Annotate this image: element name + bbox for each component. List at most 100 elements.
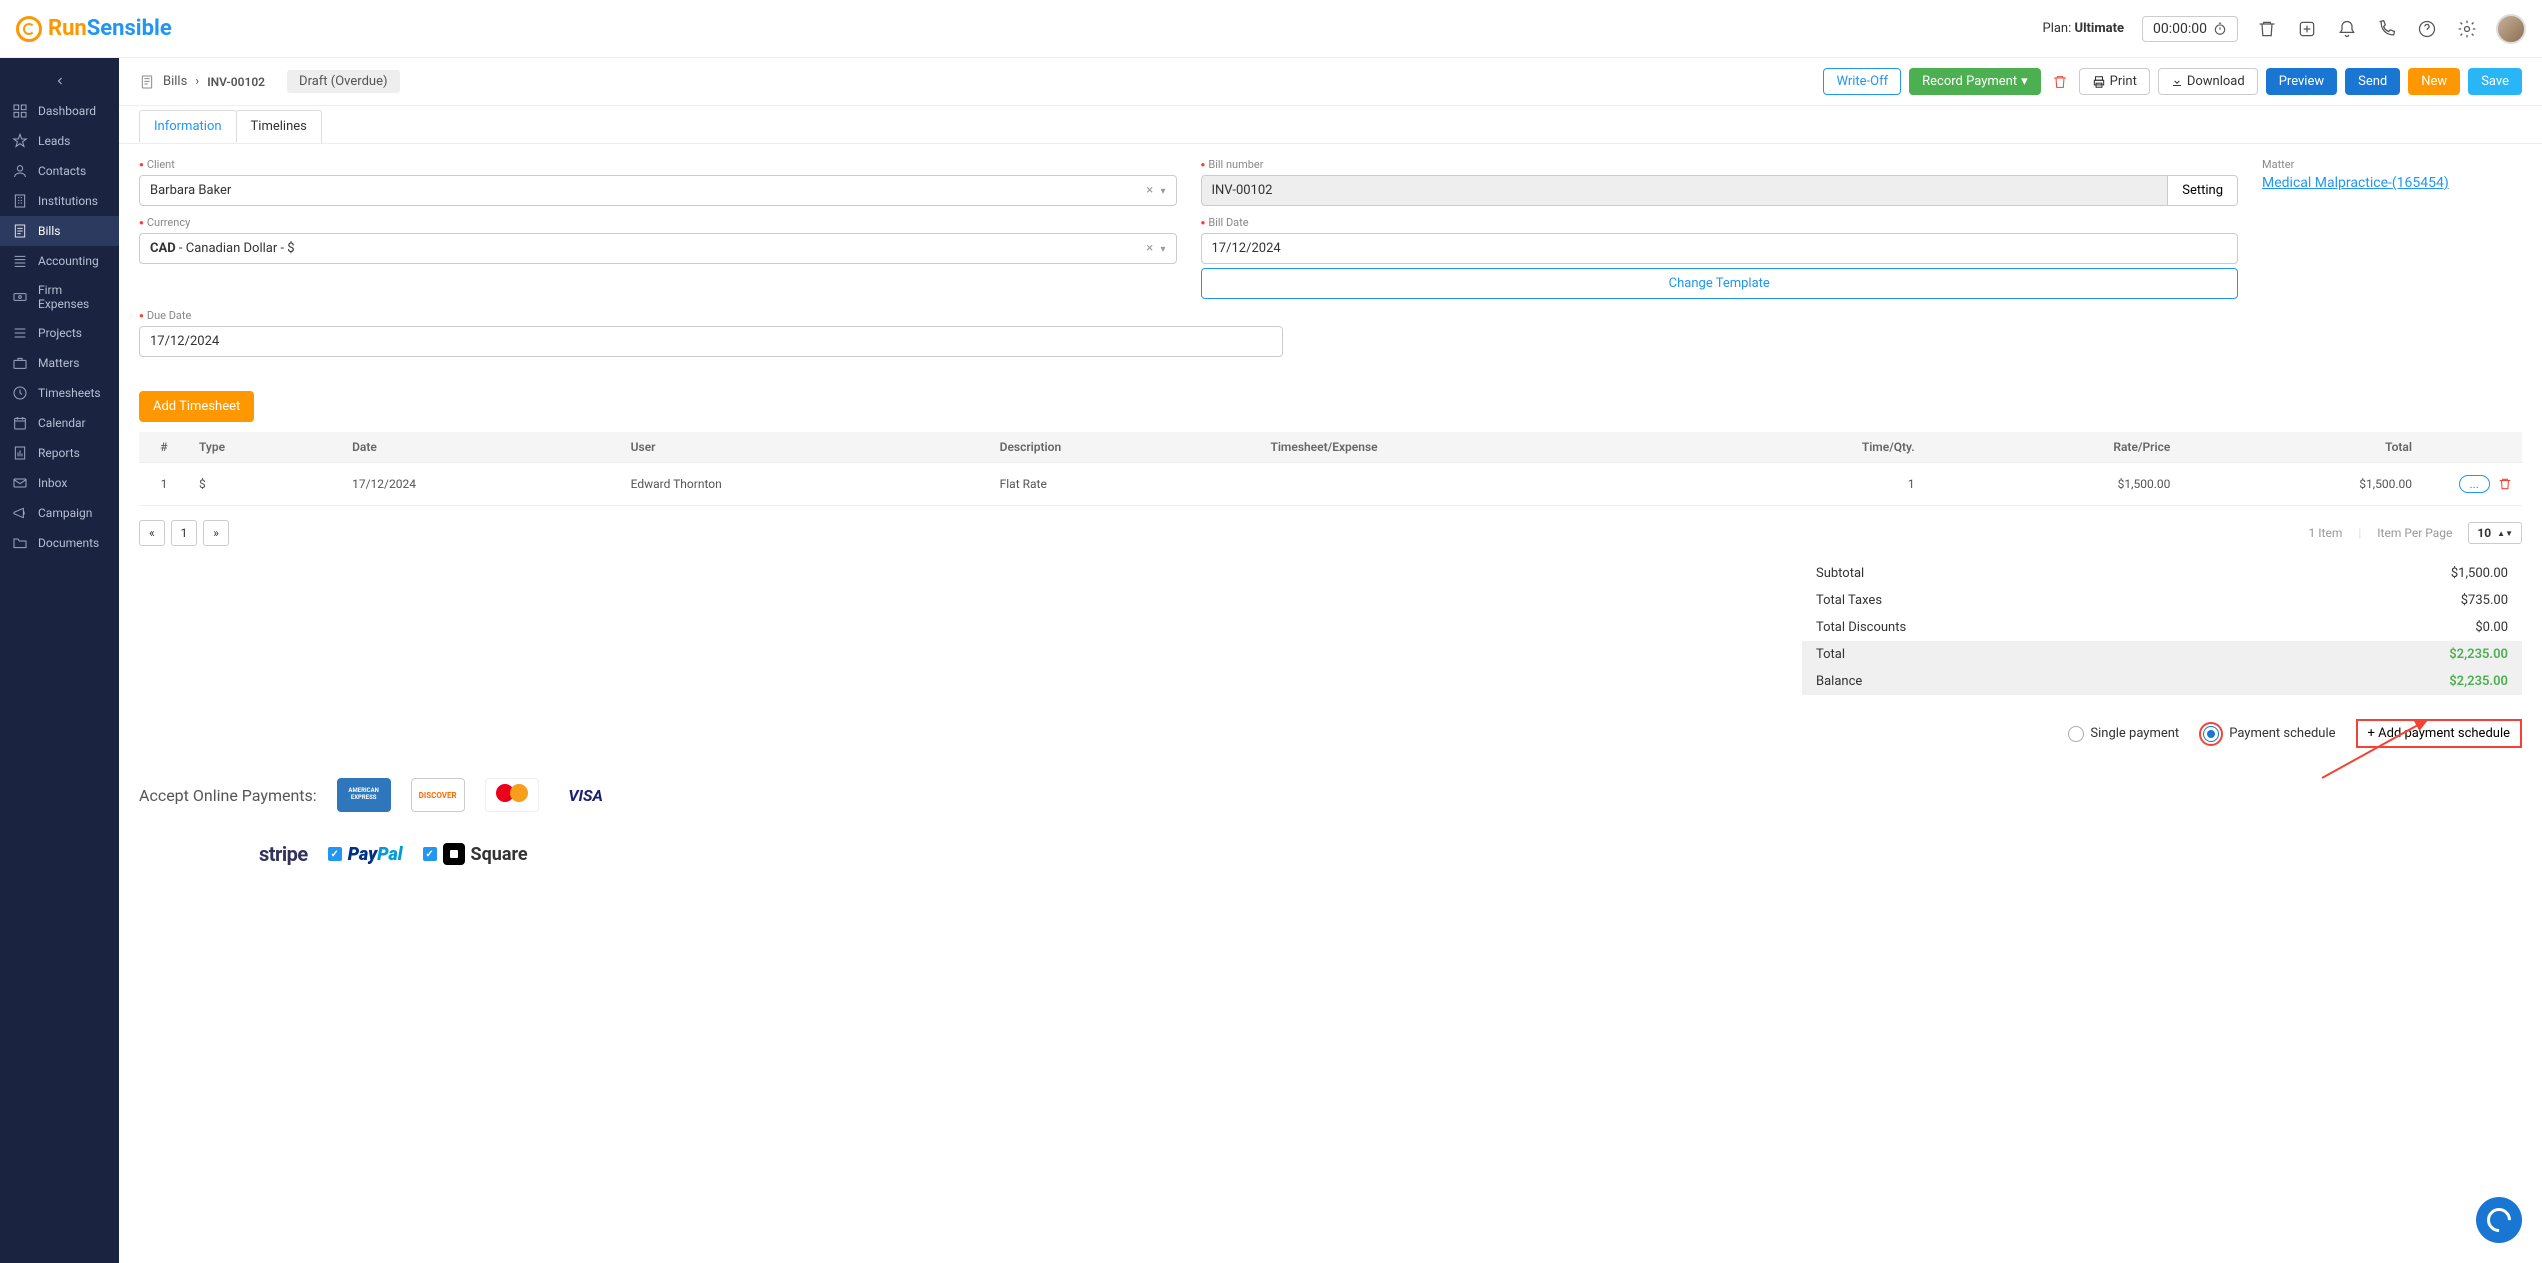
user-avatar[interactable] [2496,14,2526,44]
user-icon [12,163,28,179]
sidebar-item-campaign[interactable]: Campaign [0,498,119,528]
single-payment-radio[interactable]: Single payment [2068,726,2179,742]
trash-icon[interactable] [2256,18,2278,40]
sidebar-item-inbox[interactable]: Inbox [0,468,119,498]
taxes-label: Total Taxes [1816,593,1882,608]
square-toggle[interactable]: ✓ Square [423,843,528,865]
sidebar-item-label: Inbox [38,476,67,490]
col-description: Description [990,432,1261,463]
sidebar-item-calendar[interactable]: Calendar [0,408,119,438]
invoice-icon [12,223,28,239]
sidebar-item-leads[interactable]: Leads [0,126,119,156]
sidebar-item-bills[interactable]: Bills [0,216,119,246]
sidebar-item-label: Calendar [38,416,86,430]
dashboard-icon [12,103,28,119]
radio-checked-icon [2203,726,2219,742]
settings-icon[interactable] [2456,18,2478,40]
clear-icon[interactable]: × [1142,241,1157,256]
square-mark-icon [443,843,465,865]
sidebar-item-projects[interactable]: Projects [0,318,119,348]
radio-highlight-ring [2199,722,2223,746]
sidebar-item-label: Firm Expenses [38,283,107,311]
sidebar-item-timesheets[interactable]: Timesheets [0,378,119,408]
add-payment-schedule-button[interactable]: + Add payment schedule [2356,719,2522,748]
new-button[interactable]: New [2408,68,2460,95]
building-icon [12,193,28,209]
add-note-icon[interactable] [2296,18,2318,40]
sidebar-item-matters[interactable]: Matters [0,348,119,378]
col-user: User [621,432,990,463]
change-template-button[interactable]: Change Template [1201,268,2239,299]
total-value: $2,235.00 [2449,647,2508,662]
sidebar-item-label: Dashboard [38,104,96,118]
main-content: Bills › INV-00102 Draft (Overdue) Write-… [119,58,2542,1263]
due-date-input[interactable]: 17/12/2024 [139,326,1283,357]
cell-date: 17/12/2024 [342,463,621,506]
sidebar-item-dashboard[interactable]: Dashboard [0,96,119,126]
row-delete-icon[interactable] [2498,477,2512,491]
chat-bubble-button[interactable] [2476,1197,2522,1243]
per-page-select[interactable]: 10 ▲▼ [2468,522,2522,544]
header-actions: Write-Off Record Payment ▾ Print Downloa… [1823,68,2522,95]
page-prev-button[interactable]: « [139,520,165,546]
caret-down-icon[interactable]: ▾ [1160,186,1165,197]
line-items-table: # Type Date User Description Timesheet/E… [139,432,2522,506]
timer-widget[interactable]: 00:00:00 [2142,16,2238,42]
currency-select[interactable]: CAD - Canadian Dollar - $ × ▾ [139,233,1177,264]
sidebar-item-institutions[interactable]: Institutions [0,186,119,216]
bill-number-input: INV-00102 [1201,175,2169,206]
stripe-logo: stripe [259,842,308,866]
visa-badge: VISA [559,778,613,812]
online-payments-section: Accept Online Payments: AMERICAN EXPRESS… [139,778,2522,812]
breadcrumb-parent[interactable]: Bills [163,74,187,89]
record-payment-button[interactable]: Record Payment ▾ [1909,68,2040,95]
chevron-right-icon: › [195,74,199,89]
client-input[interactable]: Barbara Baker × ▾ [139,175,1177,206]
payment-schedule-radio[interactable]: Payment schedule [2199,722,2335,746]
phone-icon[interactable] [2376,18,2398,40]
download-button[interactable]: Download [2158,68,2258,95]
add-timesheet-button[interactable]: Add Timesheet [139,391,254,422]
breadcrumb-current: INV-00102 [207,75,265,89]
send-button[interactable]: Send [2345,68,2400,95]
sidebar-item-firm-expenses[interactable]: Firm Expenses [0,276,119,318]
notifications-icon[interactable] [2336,18,2358,40]
sidebar-item-label: Matters [38,356,79,370]
tab-information[interactable]: Information [139,110,237,143]
sidebar-item-accounting[interactable]: Accounting [0,246,119,276]
items-count: 1 Item [2309,526,2343,540]
sidebar-item-label: Campaign [38,506,92,520]
matter-link[interactable]: Medical Malpractice-(165454) [2262,175,2449,191]
save-button[interactable]: Save [2468,68,2522,95]
sidebar-item-label: Accounting [38,254,99,268]
tab-timelines[interactable]: Timelines [236,110,322,143]
calendar-icon [12,415,28,431]
clear-icon[interactable]: × [1142,183,1157,198]
checkbox-checked-icon: ✓ [423,847,437,861]
sidebar-item-documents[interactable]: Documents [0,528,119,558]
page-next-button[interactable]: » [203,520,229,546]
page-current[interactable]: 1 [171,520,197,546]
write-off-button[interactable]: Write-Off [1823,68,1901,95]
paypal-toggle[interactable]: ✓ PayPal [328,844,403,865]
preview-button[interactable]: Preview [2266,68,2337,95]
print-button[interactable]: Print [2079,68,2150,95]
sidebar-item-contacts[interactable]: Contacts [0,156,119,186]
sidebar-item-label: Bills [38,224,60,238]
logo[interactable]: RunSensible [16,16,172,42]
col-timesheet: Timesheet/Expense [1260,432,1682,463]
bill-number-setting-button[interactable]: Setting [2168,175,2238,206]
radio-unchecked-icon [2068,726,2084,742]
sidebar-item-reports[interactable]: Reports [0,438,119,468]
sidebar-item-label: Timesheets [38,386,101,400]
bill-date-input[interactable]: 17/12/2024 [1201,233,2239,264]
delete-bill-icon[interactable] [2049,71,2071,93]
cell-timesheet [1260,463,1682,506]
help-icon[interactable] [2416,18,2438,40]
row-more-button[interactable]: ... [2459,475,2491,493]
topbar-right: Plan: Ultimate 00:00:00 [2043,14,2527,44]
sidebar-item-label: Contacts [38,164,86,178]
sidebar-collapse-toggle[interactable] [0,66,119,96]
taxes-value: $735.00 [2461,593,2508,608]
caret-down-icon[interactable]: ▾ [1160,244,1165,255]
